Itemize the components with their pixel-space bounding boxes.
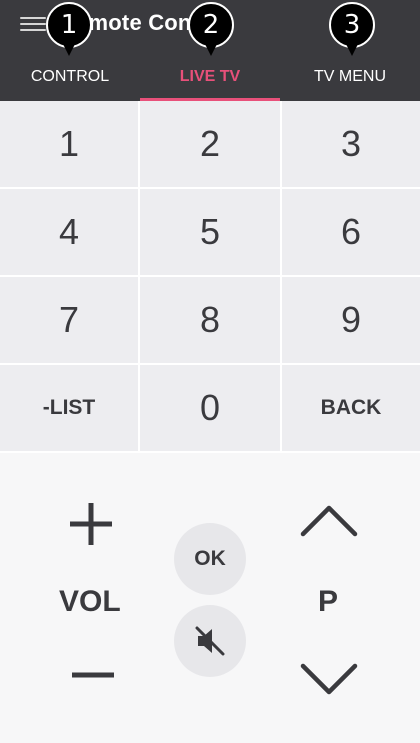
key-2[interactable]: 2 bbox=[140, 101, 280, 187]
volume-up-button[interactable] bbox=[70, 503, 112, 545]
tab-live-tv[interactable]: LIVE TV bbox=[140, 56, 280, 101]
key-9[interactable]: 9 bbox=[282, 277, 420, 363]
volume-label: VOL bbox=[59, 585, 121, 618]
chevron-down-icon bbox=[300, 663, 358, 695]
key-6[interactable]: 6 bbox=[282, 189, 420, 275]
chevron-up-icon bbox=[300, 505, 358, 537]
channel-down-button[interactable] bbox=[300, 663, 358, 697]
key-7[interactable]: 7 bbox=[0, 277, 138, 363]
key-8[interactable]: 8 bbox=[140, 277, 280, 363]
key-4[interactable]: 4 bbox=[0, 189, 138, 275]
mute-icon bbox=[195, 626, 225, 656]
back-button[interactable]: BACK bbox=[282, 365, 420, 451]
volume-down-button[interactable] bbox=[72, 668, 114, 680]
list-button[interactable]: -LIST bbox=[0, 365, 138, 451]
tab-tv-menu[interactable]: TV MENU bbox=[280, 56, 420, 101]
tab-bar: CONTROL LIVE TV TV MENU bbox=[0, 56, 420, 101]
plus-icon bbox=[70, 503, 112, 545]
number-keypad: 1 2 3 4 5 6 7 8 9 -LIST 0 BACK bbox=[0, 101, 420, 453]
ok-button[interactable]: OK bbox=[174, 523, 246, 595]
key-5[interactable]: 5 bbox=[140, 189, 280, 275]
remote-controls: VOL OK P bbox=[0, 453, 420, 743]
key-3[interactable]: 3 bbox=[282, 101, 420, 187]
ok-label: OK bbox=[194, 547, 226, 570]
key-0[interactable]: 0 bbox=[140, 365, 280, 451]
callout-marker-1: 1 bbox=[46, 2, 92, 56]
channel-label: P bbox=[318, 585, 339, 618]
key-1[interactable]: 1 bbox=[0, 101, 138, 187]
minus-icon bbox=[72, 672, 114, 678]
callout-marker-3: 3 bbox=[329, 2, 375, 56]
tab-control[interactable]: CONTROL bbox=[0, 56, 140, 101]
callout-marker-2: 2 bbox=[188, 2, 234, 56]
menu-icon[interactable] bbox=[20, 17, 46, 31]
channel-up-button[interactable] bbox=[300, 503, 358, 537]
mute-button[interactable] bbox=[174, 605, 246, 677]
